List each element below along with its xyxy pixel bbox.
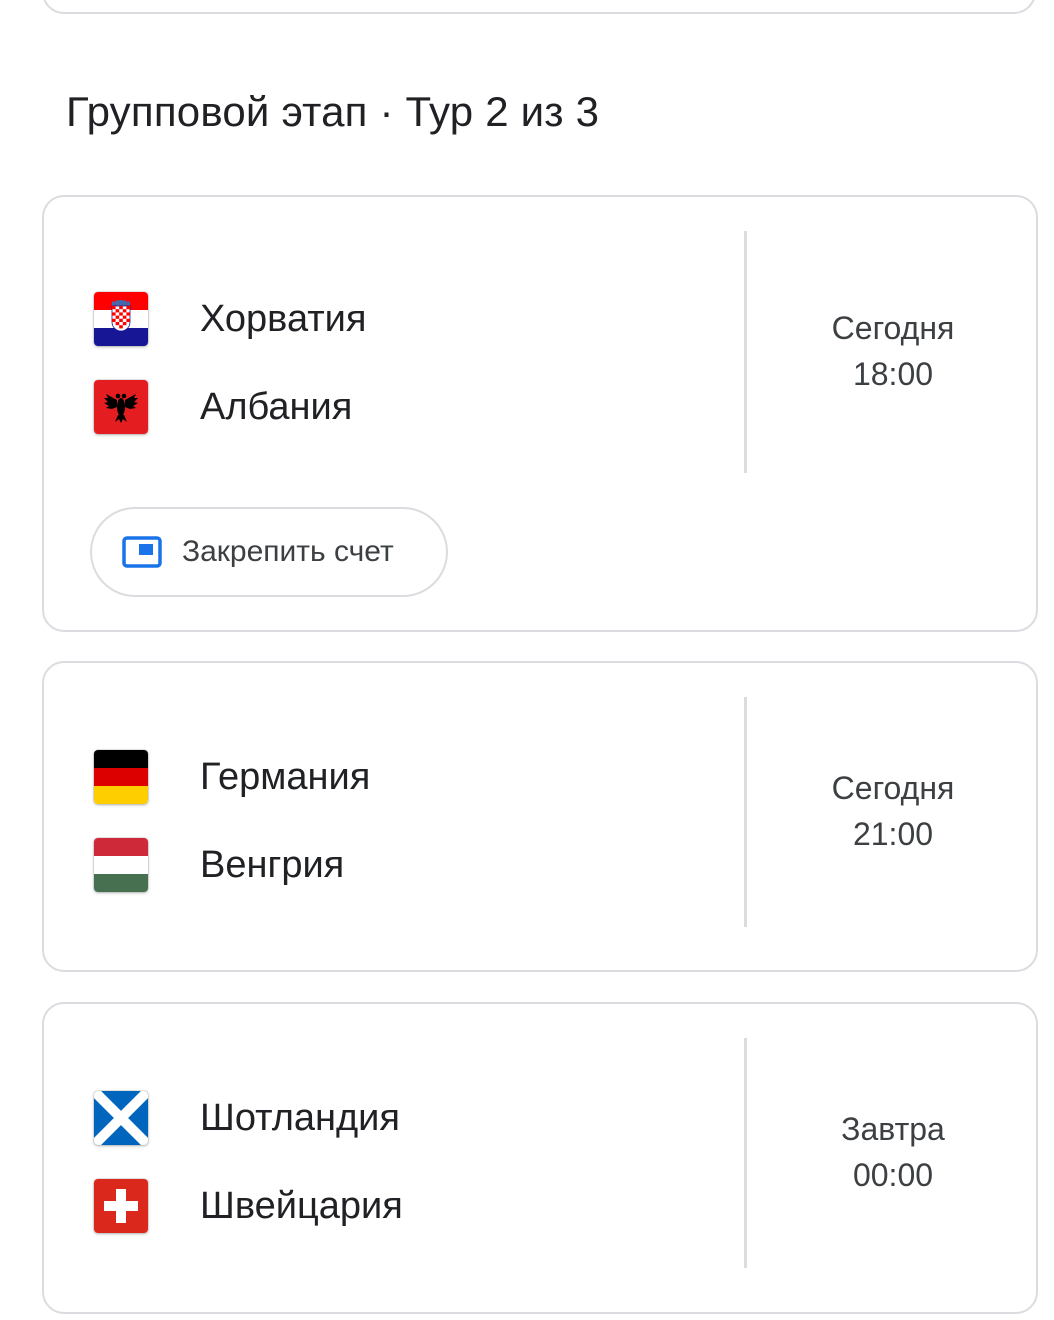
team-name: Швейцария bbox=[200, 1184, 403, 1227]
scotland-flag-icon bbox=[94, 1091, 148, 1145]
germany-flag-icon bbox=[94, 750, 148, 804]
hungary-flag-icon bbox=[94, 838, 148, 892]
match-card[interactable]: Шотландия Швейцария Завтра 00:00 bbox=[42, 1002, 1038, 1314]
team-row: Швейцария bbox=[94, 1178, 403, 1234]
team-row: Венгрия bbox=[94, 837, 344, 893]
match-day: Завтра bbox=[841, 1111, 945, 1147]
match-time: Завтра 00:00 bbox=[748, 1106, 1038, 1198]
divider bbox=[744, 697, 747, 927]
switzerland-flag-icon bbox=[94, 1179, 148, 1233]
match-day: Сегодня bbox=[831, 310, 955, 346]
section-title: Групповой этап · Тур 2 из 3 bbox=[66, 88, 600, 135]
match-time: Сегодня 21:00 bbox=[748, 765, 1038, 857]
team-name: Венгрия bbox=[200, 843, 345, 886]
croatia-flag-icon bbox=[94, 292, 148, 346]
pin-score-label: Закрепить счет bbox=[182, 535, 394, 568]
albania-flag-icon bbox=[94, 380, 148, 434]
match-card[interactable]: Хорватия Албания Сегодня 18:00 Закрепить… bbox=[42, 195, 1038, 632]
team-name: Албания bbox=[200, 385, 353, 428]
divider bbox=[744, 1038, 747, 1268]
team-name: Хорватия bbox=[200, 297, 367, 340]
match-day: Сегодня bbox=[831, 770, 955, 806]
team-row: Албания bbox=[94, 379, 352, 435]
team-row: Шотландия bbox=[94, 1090, 400, 1146]
previous-card-edge bbox=[42, 0, 1036, 14]
match-clock: 00:00 bbox=[852, 1157, 934, 1193]
pin-icon bbox=[122, 536, 162, 568]
pin-score-button[interactable]: Закрепить счет bbox=[90, 507, 448, 597]
page: Групповой этап · Тур 2 из 3 Хорватия Алб… bbox=[0, 0, 1054, 1320]
divider bbox=[744, 231, 747, 473]
match-card[interactable]: Германия Венгрия Сегодня 21:00 bbox=[42, 661, 1038, 972]
team-row: Германия bbox=[94, 749, 370, 805]
match-time: Сегодня 18:00 bbox=[748, 305, 1038, 397]
team-name: Германия bbox=[200, 755, 371, 798]
match-clock: 18:00 bbox=[852, 356, 934, 392]
team-name: Шотландия bbox=[200, 1096, 400, 1139]
team-row: Хорватия bbox=[94, 291, 366, 347]
match-clock: 21:00 bbox=[852, 816, 934, 852]
